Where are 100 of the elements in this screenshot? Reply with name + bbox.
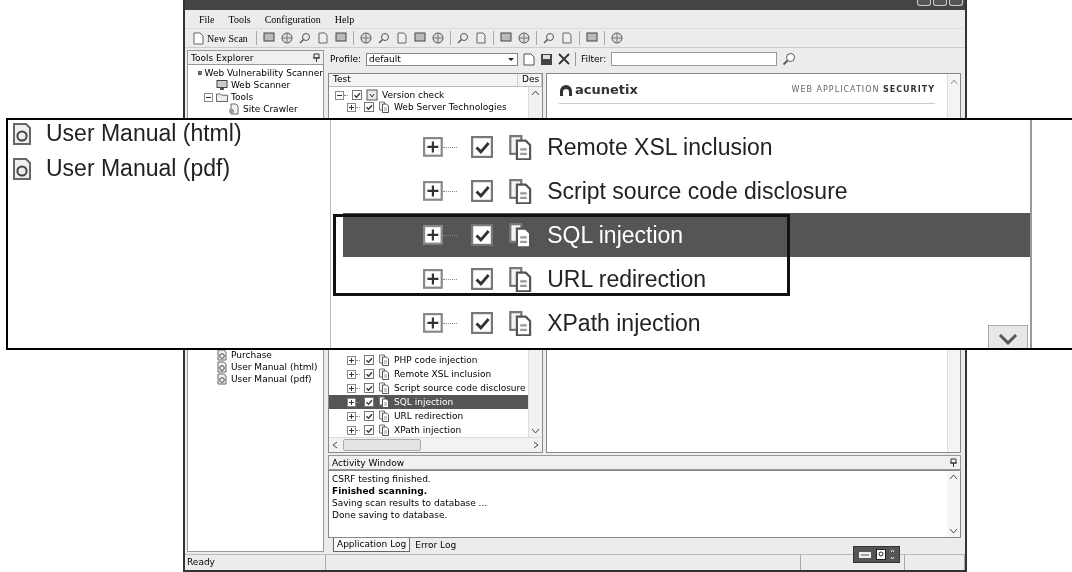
new-scan-button[interactable]: New Scan: [191, 31, 250, 45]
checkbox[interactable]: [364, 355, 374, 365]
expand-toggle[interactable]: [204, 92, 213, 102]
test-name: PHP code injection: [394, 355, 478, 365]
checkbox[interactable]: [470, 180, 493, 202]
menu-item[interactable]: Tools: [226, 12, 253, 26]
expand-toggle[interactable]: [423, 181, 443, 201]
checkbox[interactable]: [470, 312, 493, 334]
checkbox[interactable]: [352, 90, 362, 100]
monitor-icon[interactable]: [334, 32, 347, 44]
expand-toggle[interactable]: [347, 355, 356, 365]
globe-icon[interactable]: [359, 32, 372, 44]
tree-row[interactable]: XPath injection: [329, 423, 528, 437]
tab[interactable]: Application Log: [333, 538, 411, 552]
monitor-icon[interactable]: [499, 32, 512, 44]
checkbox[interactable]: [470, 224, 493, 246]
magnifier-icon[interactable]: [377, 32, 390, 44]
globe-icon[interactable]: [280, 32, 293, 44]
expand-toggle[interactable]: [347, 383, 356, 393]
tree-row[interactable]: PHP code injection: [329, 353, 528, 367]
save-icon[interactable]: [540, 52, 554, 66]
monitor-icon[interactable]: [413, 32, 426, 44]
tree-item[interactable]: User Manual (pdf): [46, 155, 231, 182]
options-icon[interactable]: [890, 549, 895, 560]
globe-icon[interactable]: [517, 32, 530, 44]
checkbox[interactable]: [364, 397, 374, 407]
magnifier-icon[interactable]: [298, 32, 311, 44]
expand-toggle[interactable]: [347, 397, 356, 407]
checkbox[interactable]: [470, 268, 493, 290]
help-icon[interactable]: [876, 549, 886, 560]
log-line: CSRF testing finished.: [332, 474, 432, 484]
column-header[interactable]: Des: [518, 74, 542, 86]
menu-item[interactable]: File: [197, 12, 217, 26]
minimize-button[interactable]: [917, 0, 931, 6]
scrollbar[interactable]: [329, 437, 542, 452]
profile-dropdown[interactable]: default: [366, 52, 519, 66]
tree-item[interactable]: User Manual (html): [231, 362, 318, 372]
checkbox[interactable]: [364, 425, 374, 435]
expand-toggle[interactable]: [423, 225, 443, 245]
checkbox[interactable]: [364, 369, 374, 379]
expand-toggle[interactable]: [347, 411, 356, 421]
expand-toggle[interactable]: [423, 313, 443, 333]
checkbox[interactable]: [470, 136, 493, 158]
keyboard-icon[interactable]: [858, 549, 872, 560]
menu-item[interactable]: Configuration: [262, 12, 323, 26]
tree-item[interactable]: Web Scanner: [231, 80, 291, 90]
magnifier-icon[interactable]: [542, 32, 555, 44]
tree-row[interactable]: Version check: [329, 89, 528, 101]
menu-item[interactable]: Help: [332, 12, 357, 26]
filter-field[interactable]: [611, 52, 778, 66]
pin-icon[interactable]: [950, 458, 957, 467]
close-button[interactable]: [949, 0, 963, 6]
column-header[interactable]: Test: [329, 74, 518, 86]
new-document-icon[interactable]: [523, 52, 536, 66]
checkbox[interactable]: [364, 411, 374, 421]
tree-item[interactable]: User Manual (html): [46, 120, 242, 147]
tree-row[interactable]: Remote XSL inclusion: [329, 367, 528, 381]
monitor-icon[interactable]: [585, 32, 598, 44]
scrollbar[interactable]: [947, 471, 960, 537]
maximize-button[interactable]: [933, 0, 947, 6]
document-icon[interactable]: [474, 32, 487, 44]
globe-icon[interactable]: [431, 32, 444, 44]
log-line: Finished scanning.: [332, 486, 429, 496]
checkbox[interactable]: [364, 383, 374, 393]
tree-row[interactable]: SQL injection: [343, 213, 1030, 257]
expand-toggle[interactable]: [347, 369, 356, 379]
tree-item[interactable]: Web Vulnerability Scanner: [204, 68, 323, 78]
web-page-icon: [10, 121, 34, 146]
magnifier-icon[interactable]: [456, 32, 469, 44]
tree-row[interactable]: Web Server Technologies: [329, 101, 528, 113]
tab[interactable]: Error Log: [411, 538, 461, 552]
tree-row[interactable]: SQL injection: [329, 395, 528, 409]
search-icon[interactable]: [782, 52, 797, 66]
document-icon[interactable]: [316, 32, 329, 44]
pin-icon[interactable]: [313, 53, 320, 62]
tree-row[interactable]: URL redirection: [329, 409, 528, 423]
tree-row[interactable]: Remote XSL inclusion: [343, 125, 1030, 169]
tree-row[interactable]: URL redirection: [343, 257, 1030, 301]
tree-item[interactable]: Site Crawler: [243, 104, 298, 114]
expand-toggle[interactable]: [347, 425, 356, 435]
tree-item[interactable]: Purchase: [231, 350, 272, 360]
document-icon[interactable]: [395, 32, 408, 44]
field-label: Filter:: [581, 54, 607, 64]
tree-row[interactable]: XPath injection: [343, 301, 1030, 345]
tree-item[interactable]: Tools: [231, 92, 254, 102]
expand-toggle[interactable]: [347, 102, 356, 112]
expand-toggle[interactable]: [423, 269, 443, 289]
globe-icon[interactable]: [610, 32, 623, 44]
delete-icon[interactable]: [558, 53, 571, 65]
tree-row[interactable]: Script source code disclosure: [329, 381, 528, 395]
tree-row[interactable]: Script source code disclosure: [343, 169, 1030, 213]
tree-item[interactable]: User Manual (pdf): [231, 374, 312, 384]
monitor-icon[interactable]: [262, 32, 275, 44]
web-page-icon: [216, 349, 228, 361]
expand-toggle[interactable]: [423, 137, 443, 157]
documents-icon: [506, 309, 534, 337]
checkbox[interactable]: [364, 102, 374, 112]
document-icon[interactable]: [560, 32, 573, 44]
scroll-down-icon[interactable]: [988, 325, 1028, 348]
expand-toggle[interactable]: [335, 90, 344, 100]
